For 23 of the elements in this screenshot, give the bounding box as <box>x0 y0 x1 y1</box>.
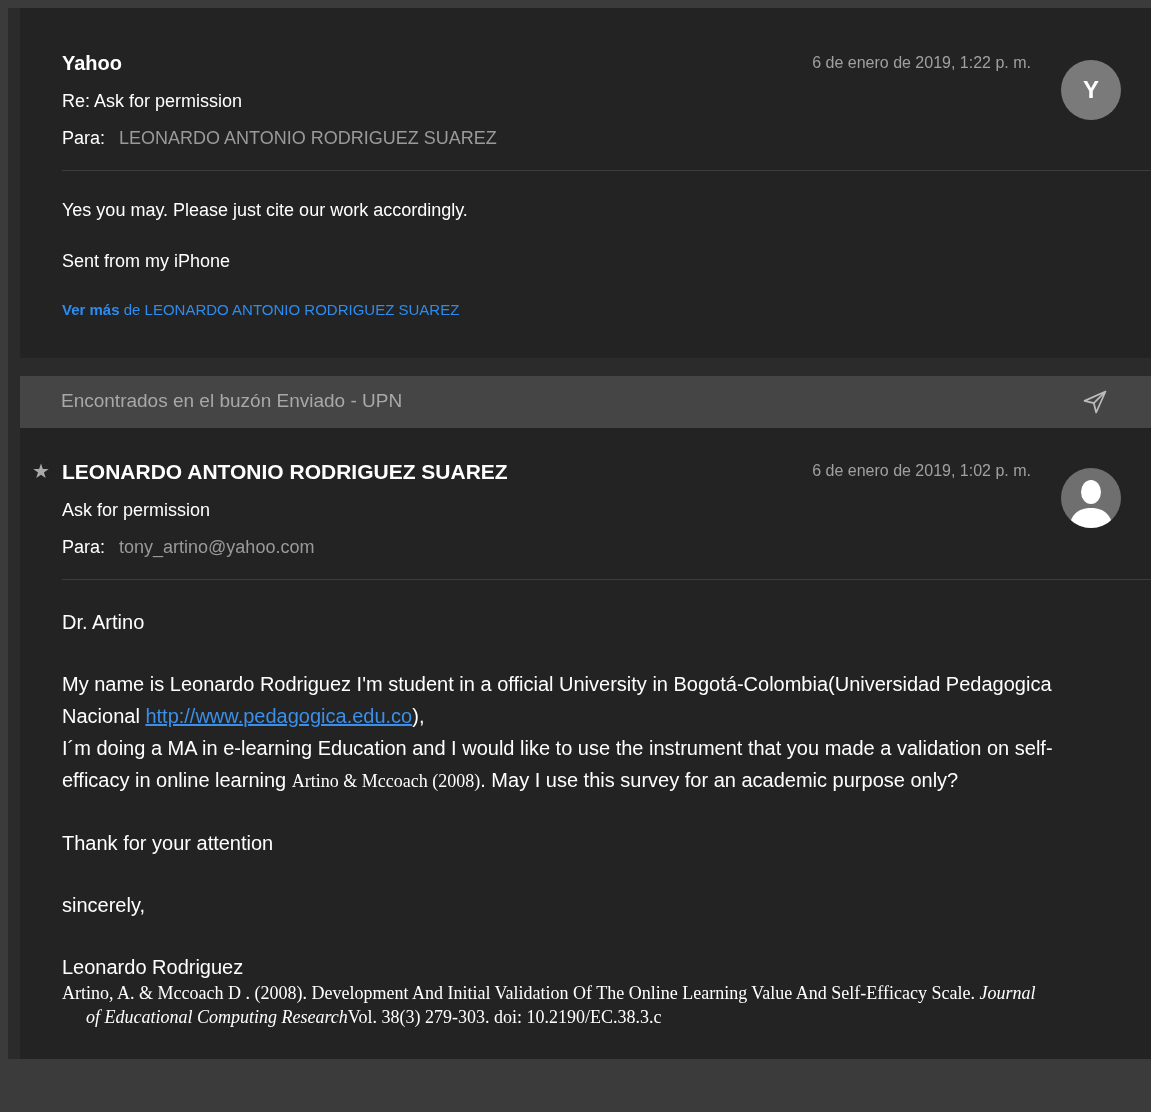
avatar-icon: Y <box>1061 60 1121 120</box>
star-icon[interactable]: ★ <box>32 456 50 487</box>
message-date: 6 de enero de 2019, 1:22 p. m. <box>812 53 1032 73</box>
message-date: 6 de enero de 2019, 1:02 p. m. <box>812 461 1032 482</box>
website-link[interactable]: http://www.pedagogica.edu.co <box>145 705 413 727</box>
signature-text: Leonardo Rodriguez <box>62 955 245 980</box>
message-paragraph: Dr. Artino <box>62 610 146 635</box>
sender-name: LEONARDO ANTONIO RODRIGUEZ SUAREZ <box>62 458 508 485</box>
message-paragraph: My name is Leonardo Rodriguez I'm student in a official University in Bogotá-Colombia(Universidad Pedagogica Nacional http://www.pedagogica.edu.co), I´m doing a MA in e-learning Education and I would like to use the instrument that you made a validation on self-efficacy in online learning Artino & Mccoach (2008). May I use this survey for an academic purpose only? <box>62 672 1054 793</box>
reference-text: Artino, A. & Mccoach D . (2008). Development And Initial Validation Of The Online Learning Value And Self-Efficacy Scale. Journal of Educational Computing ResearchVol. 38(3) 279-303. doi: 10.2190/EC.38.3.c <box>62 982 1037 1029</box>
to-label: Para: <box>62 536 106 559</box>
message-paragraph: Thank for your attention <box>62 831 275 856</box>
message-subject: Re: Ask for permission <box>62 90 243 113</box>
sender-name: Yahoo <box>62 51 122 76</box>
message-paragraph: sincerely, <box>62 893 146 918</box>
message-subject: Ask for permission <box>62 499 211 522</box>
message-paragraph: Yes you may. Please just cite our work accordingly. <box>62 199 469 222</box>
banner-text: Encontrados en el buzón Enviado - UPN <box>61 389 403 414</box>
recipient: tony_artino@yahoo.com <box>119 536 315 560</box>
recipient: LEONARDO ANTONIO RODRIGUEZ SUAREZ <box>119 127 497 150</box>
see-more-link[interactable]: Ver más de LEONARDO ANTONIO RODRIGUEZ SUAREZ <box>62 299 1111 322</box>
message-paragraph: Sent from my iPhone <box>62 250 232 273</box>
to-label: Para: <box>62 127 106 150</box>
